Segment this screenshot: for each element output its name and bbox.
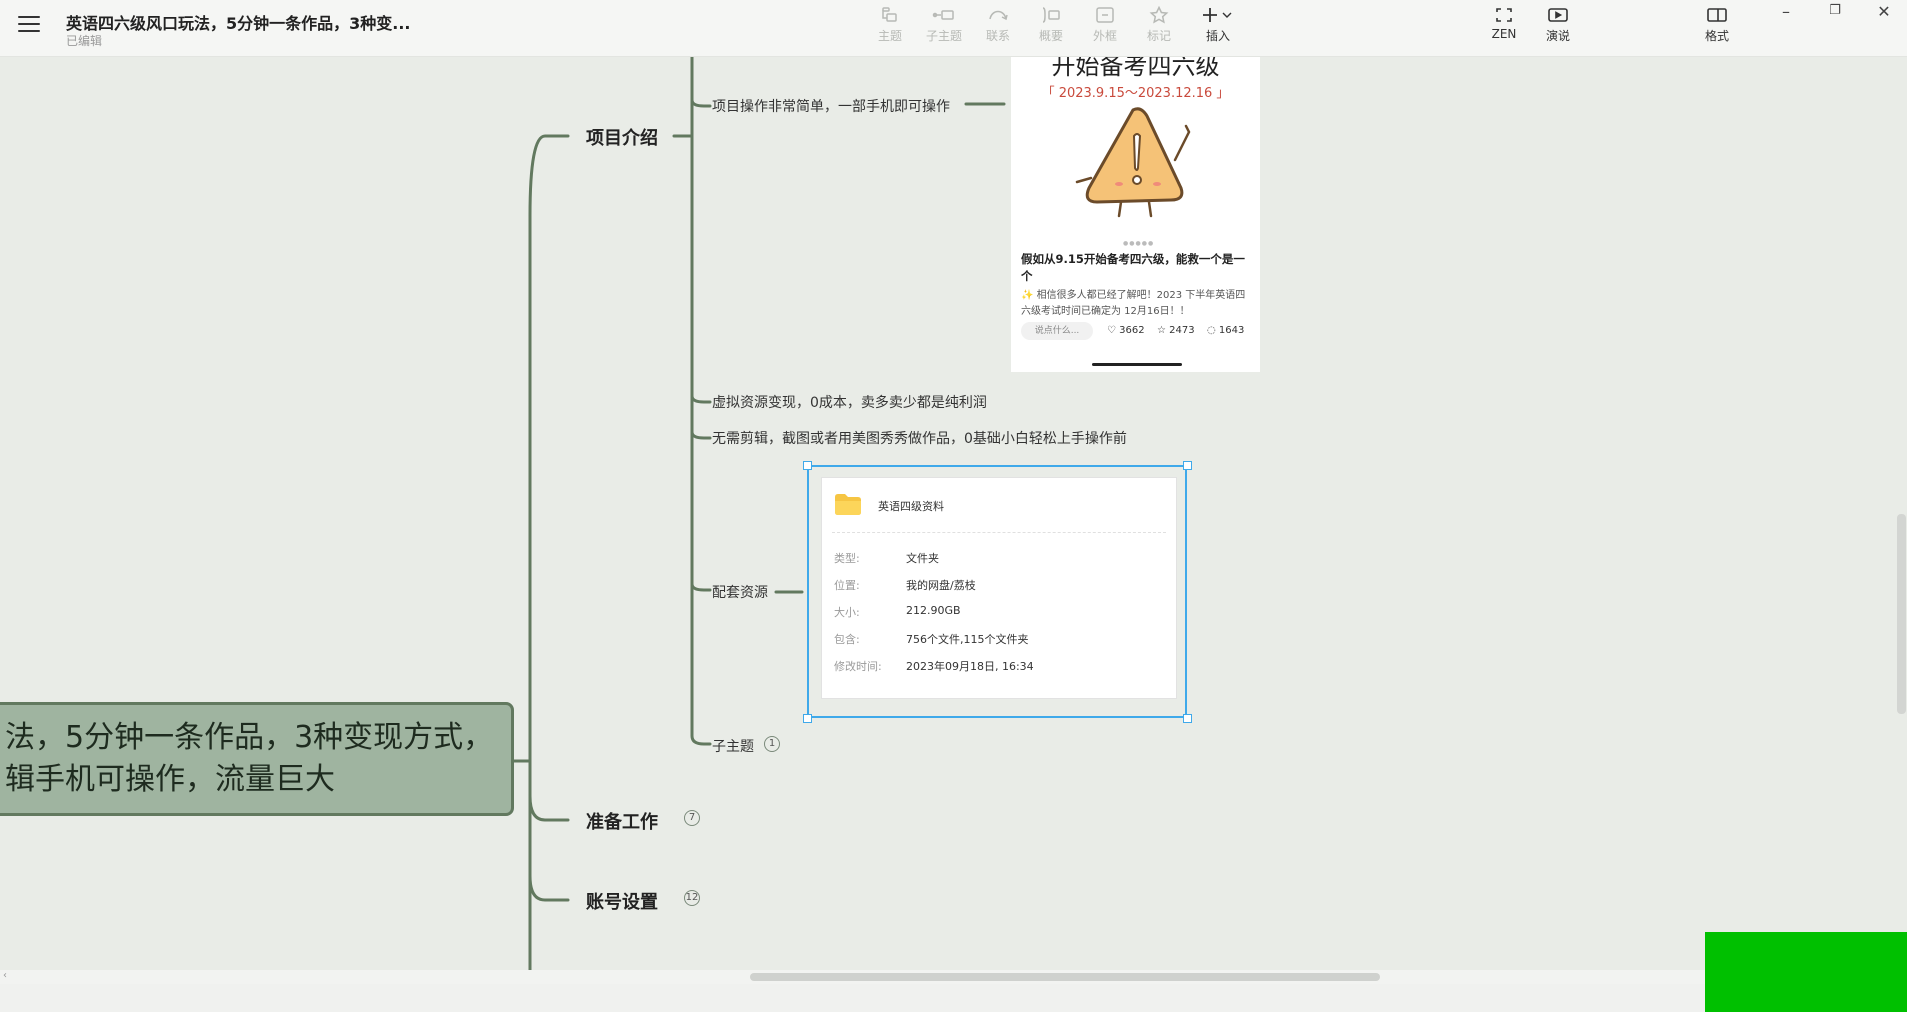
insert-button[interactable]: 插入 [1192, 6, 1244, 44]
heart-icon: ♡ [1107, 325, 1116, 336]
stars-count: ☆ 2473 [1157, 325, 1195, 336]
subtopic-item[interactable]: 虚拟资源变现，0成本，卖多卖少都是纯利润 [712, 392, 987, 412]
format-panel-icon [1707, 8, 1727, 22]
subtopic-item[interactable]: 配套资源 [712, 582, 768, 602]
file-attachment-card[interactable]: 英语四级资料 类型: 文件夹 位置: 我的网盘/荔枝 大小: 212.90GB … [807, 465, 1187, 718]
resize-handle[interactable] [1183, 461, 1192, 470]
file-info-panel: 英语四级资料 类型: 文件夹 位置: 我的网盘/荔枝 大小: 212.90GB … [821, 477, 1177, 699]
branch-preparation[interactable]: 准备工作 [586, 808, 658, 834]
status-bar [0, 984, 1907, 1012]
horizontal-scrollbar[interactable]: ‹ [0, 970, 1907, 984]
likes-count: ♡ 3662 [1107, 325, 1145, 336]
zen-mode-button[interactable]: ZEN [1480, 6, 1528, 41]
menu-icon[interactable] [18, 16, 40, 34]
star-icon: ☆ [1157, 325, 1166, 336]
central-topic[interactable]: 法，5分钟一条作品，3种变现方式， 辑手机可操作，流量巨大 [0, 702, 514, 816]
format-button[interactable]: 格式 [1693, 6, 1741, 44]
presentation-icon [1548, 8, 1568, 22]
fullscreen-icon [1496, 8, 1512, 22]
marker-button[interactable]: 标记 [1135, 6, 1183, 44]
minimize-icon[interactable]: – [1776, 2, 1796, 21]
horizontal-scrollbar-thumb[interactable] [750, 973, 1380, 981]
document-title[interactable]: 英语四六级风口玩法，5分钟一条作品，3种变... [66, 10, 411, 34]
plus-icon [1203, 8, 1232, 22]
warning-character-illustration [1075, 107, 1191, 218]
vertical-scrollbar[interactable] [1897, 514, 1906, 714]
subtopic-button[interactable]: 子主题 [920, 6, 968, 44]
boundary-button[interactable]: 外框 [1081, 6, 1129, 44]
resize-handle[interactable] [803, 714, 812, 723]
scroll-left-icon[interactable]: ‹ [3, 970, 7, 981]
attached-image[interactable]: 开始备考四六级 「 2023.9.15～2023.12.16 」 ●●●●● 假… [1011, 56, 1260, 372]
subtopic-item[interactable]: 子主题 [712, 736, 754, 756]
branch-project-intro[interactable]: 项目介绍 [586, 124, 658, 150]
save-status: 已编辑 [66, 34, 103, 48]
carousel-dots: ●●●●● [1123, 240, 1155, 247]
relationship-icon [989, 10, 1008, 21]
comments-count: ◌ 1643 [1207, 325, 1245, 336]
green-overlay [1705, 932, 1907, 1012]
collapse-badge[interactable]: 7 [684, 810, 700, 826]
subtopic-item[interactable]: 项目操作非常简单，一部手机即可操作 [712, 96, 950, 116]
collapse-badge[interactable]: 1 [764, 736, 780, 752]
relationship-button[interactable]: 联系 [974, 6, 1022, 44]
resize-handle[interactable] [1183, 714, 1192, 723]
summary-button[interactable]: 概要 [1027, 6, 1075, 44]
folder-icon [835, 494, 861, 515]
presentation-button[interactable]: 演说 [1534, 6, 1582, 44]
close-icon[interactable]: ✕ [1874, 2, 1894, 21]
topic-icon [882, 7, 897, 22]
subtopic-icon [932, 10, 954, 20]
top-toolbar: 英语四六级风口玩法，5分钟一条作品，3种变... 已编辑 主题 子主题 联系 概… [0, 0, 1907, 57]
collapse-badge[interactable]: 12 [684, 890, 700, 906]
resize-handle[interactable] [803, 461, 812, 470]
subtopic-item[interactable]: 无需剪辑，截图或者用美图秀秀做作品，0基础小白轻松上手操作前 [712, 428, 1127, 448]
divider [832, 532, 1166, 533]
restore-icon[interactable]: ❐ [1825, 3, 1845, 18]
boundary-icon [1096, 7, 1114, 23]
comment-icon: ◌ [1207, 325, 1216, 336]
home-indicator [1092, 363, 1182, 366]
mindmap-canvas[interactable]: 法，5分钟一条作品，3种变现方式， 辑手机可操作，流量巨大 项目介绍 准备工作 … [0, 56, 1907, 970]
summary-icon [1042, 7, 1060, 23]
star-icon [1149, 6, 1169, 24]
topic-button[interactable]: 主题 [866, 6, 914, 44]
branch-account-setup[interactable]: 账号设置 [586, 888, 658, 914]
